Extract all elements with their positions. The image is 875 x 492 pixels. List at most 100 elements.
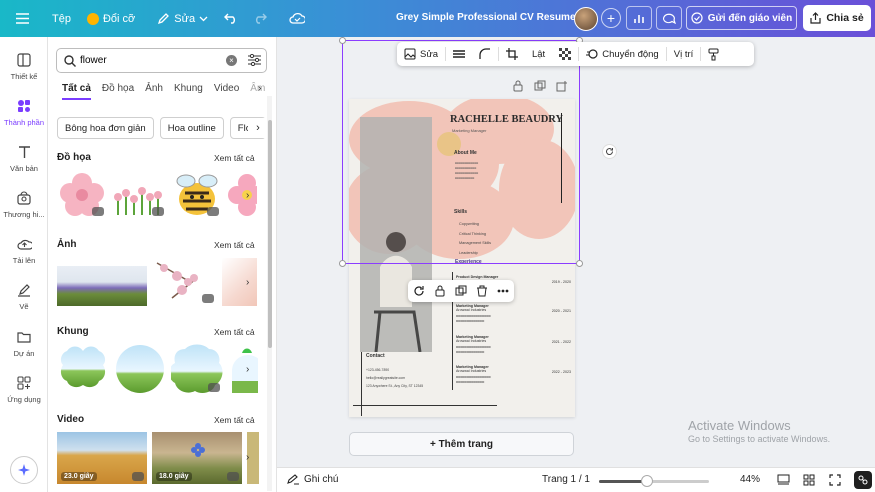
help-button[interactable] <box>854 471 872 489</box>
selection-box[interactable] <box>339 37 583 267</box>
photos-see-all-link[interactable]: Xem tất cả <box>214 240 255 250</box>
flip-button[interactable]: Lật <box>525 42 552 66</box>
file-menu[interactable]: Tệp <box>52 13 71 25</box>
magic-assistant-button[interactable] <box>10 456 38 484</box>
frames-see-all-link[interactable]: Xem tất cả <box>214 327 255 337</box>
contact-address[interactable]: 123 Anywhere St., Any City, ST 12345 <box>366 382 423 390</box>
contact-heading[interactable]: Contact <box>366 353 385 359</box>
chip-flower-outline[interactable]: Hoa outline <box>159 117 224 139</box>
photos-next-icon[interactable]: › <box>246 277 260 291</box>
zoom-slider[interactable] <box>599 475 709 487</box>
resize-handle[interactable] <box>339 260 346 267</box>
analytics-button[interactable] <box>626 6 652 30</box>
contact-phone[interactable]: +123-456-7890 <box>366 366 423 374</box>
contact-email[interactable]: hello@reallygreatsite.com <box>366 374 423 382</box>
crop-button[interactable] <box>499 42 525 66</box>
lock-icon[interactable] <box>512 80 524 92</box>
share-button[interactable]: Chia sẻ <box>803 5 871 31</box>
cloud-saved-icon[interactable] <box>286 7 308 29</box>
tab-videos[interactable]: Video <box>214 83 239 100</box>
rail-item-draw[interactable]: Vẽ <box>0 282 48 311</box>
fullscreen-icon[interactable] <box>829 474 841 486</box>
job-dates: 2022 - 2023 <box>551 370 571 374</box>
edit-image-button[interactable]: Sửa <box>397 42 445 66</box>
rail-item-uploads[interactable]: Tải lên <box>0 236 48 265</box>
comments-button[interactable] <box>656 6 682 30</box>
filter-icon[interactable] <box>248 54 261 66</box>
tab-frames[interactable]: Khung <box>174 83 203 100</box>
video-item[interactable]: 18.0 giây <box>152 432 242 484</box>
add-collaborator-button[interactable]: + <box>601 8 621 28</box>
copy-style-button[interactable] <box>701 42 726 66</box>
videos-see-all-link[interactable]: Xem tất cả <box>214 415 255 425</box>
job-entry[interactable]: Marketing Manager Arowwai Industries 202… <box>456 365 571 384</box>
transparency-button[interactable] <box>552 42 578 66</box>
chip-simple-flower[interactable]: Bông hoa đơn giản <box>57 117 154 139</box>
duplicate-icon[interactable] <box>455 285 467 297</box>
rail-item-text[interactable]: Văn bản <box>0 144 48 173</box>
frame-item[interactable] <box>57 343 109 395</box>
rotate-handle-icon[interactable] <box>602 144 617 159</box>
zoom-level[interactable]: 44% <box>740 474 760 485</box>
graphic-item[interactable] <box>172 171 222 219</box>
grid-view-icon[interactable] <box>803 474 815 486</box>
search-box[interactable]: × <box>56 48 267 73</box>
photo-item[interactable] <box>57 266 147 306</box>
page-view-icon[interactable] <box>777 474 790 486</box>
job-entry[interactable]: Marketing Manager Arowwai Industries 202… <box>456 335 571 354</box>
avatar[interactable] <box>574 7 598 31</box>
rail-item-apps[interactable]: Ứng dụng <box>0 375 48 404</box>
chips-next-icon[interactable]: › <box>248 118 268 138</box>
photo-item[interactable] <box>152 258 217 306</box>
rotate-icon[interactable] <box>413 285 425 297</box>
corner-rounding-button[interactable] <box>472 42 498 66</box>
duplicate-icon[interactable] <box>534 80 546 92</box>
tab-photos[interactable]: Ảnh <box>145 83 163 100</box>
position-button[interactable]: Vị trí <box>667 42 701 66</box>
tabs-next-icon[interactable]: › <box>258 83 261 94</box>
rail-item-projects[interactable]: Dự án <box>0 329 48 358</box>
trash-icon[interactable] <box>476 285 488 297</box>
elements-icon <box>16 98 32 114</box>
frame-item[interactable] <box>169 343 223 395</box>
undo-icon[interactable] <box>220 7 242 29</box>
frame-item[interactable] <box>114 343 166 395</box>
graphics-next-icon[interactable]: › <box>246 190 260 204</box>
clear-search-icon[interactable]: × <box>226 55 237 66</box>
search-input[interactable] <box>80 55 210 66</box>
premium-icon <box>207 207 219 216</box>
rail-item-design[interactable]: Thiết kế <box>0 52 48 81</box>
top-bar: Tệp Đổi cỡ Sửa Grey Simple Professional … <box>0 0 875 37</box>
edit-mode-button[interactable]: Sửa <box>157 12 208 25</box>
notes-button[interactable]: Ghi chú <box>287 474 338 485</box>
rail-item-elements[interactable]: Thành phần <box>0 98 48 127</box>
graphic-item[interactable] <box>57 171 107 219</box>
animate-button[interactable]: Chuyển động <box>579 42 666 66</box>
frames-next-icon[interactable]: › <box>246 364 260 378</box>
zoom-slider-knob[interactable] <box>641 475 654 487</box>
border-style-button[interactable] <box>446 42 472 66</box>
more-icon[interactable] <box>497 289 509 293</box>
tab-graphics[interactable]: Đồ họa <box>102 83 134 100</box>
resize-handle[interactable] <box>576 260 583 267</box>
job-entry[interactable]: Marketing Manager Arowwai Industries 202… <box>456 304 571 323</box>
graphic-item[interactable] <box>112 171 167 219</box>
premium-icon <box>227 472 239 481</box>
document-title[interactable]: Grey Simple Professional CV Resume <box>396 12 576 23</box>
rail-item-brand[interactable]: Thương hi... <box>0 190 48 219</box>
redo-icon[interactable] <box>249 7 271 29</box>
video-item[interactable]: 23.0 giây <box>57 432 147 484</box>
graphics-see-all-link[interactable]: Xem tất cả <box>214 153 255 163</box>
panel-scrollbar-thumb[interactable] <box>268 120 272 348</box>
page-indicator[interactable]: Trang 1 / 1 <box>542 474 590 485</box>
menu-icon[interactable] <box>11 8 33 30</box>
add-page-icon[interactable] <box>556 80 568 92</box>
send-to-teacher-button[interactable]: Gửi đến giáo viên <box>686 6 797 30</box>
videos-next-icon[interactable]: › <box>246 452 260 466</box>
resize-button[interactable]: Đổi cỡ <box>86 12 135 25</box>
add-page-button[interactable]: + Thêm trang <box>349 432 574 456</box>
rail-label: Thương hi... <box>3 210 45 219</box>
resize-handle[interactable] <box>339 37 346 44</box>
lock-icon[interactable] <box>434 285 446 297</box>
tab-all[interactable]: Tất cả <box>62 83 91 100</box>
